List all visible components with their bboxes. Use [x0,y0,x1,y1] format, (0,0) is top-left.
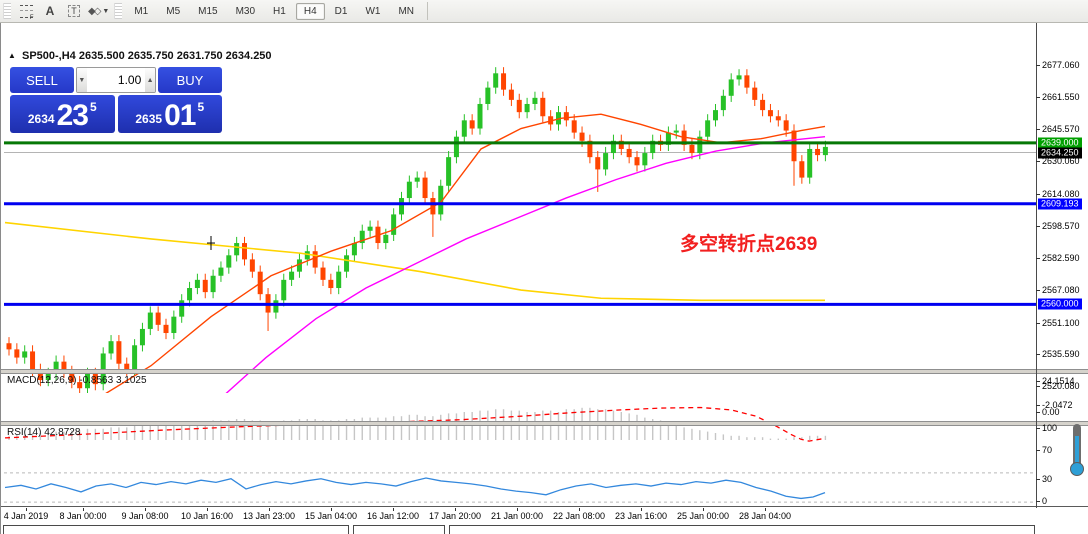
pane-splitter[interactable] [1,421,1088,426]
timeframe-button-m30[interactable]: M30 [228,3,263,20]
sell-price-pipette: 5 [90,100,97,114]
bottom-panel-box [353,525,445,534]
time-axis: 4 Jan 2019 8 Jan 00:00 9 Jan 08:00 10 Jan 1… [1,508,1088,523]
price-axis-label: 2535.590 [1042,349,1080,359]
letter-t-icon: T [68,5,80,17]
timeframe-button-h1[interactable]: H1 [265,3,294,20]
sell-price-integer: 2634 [28,112,55,126]
symbol-period-label: SP500-,H4 [22,50,76,62]
chart-window: ▲ SP500-,H4 2635.500 2635.750 2631.750 2… [0,23,1088,534]
time-axis-label: 4 Jan 2019 [4,511,49,521]
time-axis-label: 17 Jan 20:00 [429,511,481,521]
price-badge: 2639.000 [1038,137,1082,148]
time-axis-label: 28 Jan 04:00 [739,511,791,521]
price-axis-label: 2661.550 [1042,92,1080,102]
indicator-axis-label: -2.0472 [1042,400,1073,410]
buy-button[interactable]: BUY [158,67,222,93]
price-axis-label: 2567.080 [1042,285,1080,295]
time-axis-label: 9 Jan 08:00 [121,511,168,521]
macd-label: MACD(12,26,9) -0.8563 3.1025 [7,375,147,386]
text-annotation-button[interactable]: A [39,1,61,21]
time-axis-label: 23 Jan 16:00 [615,511,667,521]
sell-button[interactable]: SELL [10,67,74,93]
shapes-icon: ◆◇ [88,6,99,17]
volume-increase-button[interactable]: ▲ [145,68,155,92]
chart-text-annotation: 多空转折点2639 [680,229,817,256]
timeframe-button-mn[interactable]: MN [390,3,422,20]
time-axis-label: 22 Jan 08:00 [553,511,605,521]
price-badge: 2634.250 [1038,147,1082,158]
time-axis-label: 16 Jan 12:00 [367,511,419,521]
time-axis-label: 13 Jan 23:00 [243,511,295,521]
price-axis-label: 2677.060 [1042,60,1080,70]
buy-price-display[interactable]: 2635 01 5 [118,95,223,133]
time-axis-label: 10 Jan 16:00 [181,511,233,521]
time-axis-label: 21 Jan 00:00 [491,511,543,521]
rsi-label: RSI(14) 42.8728 [7,427,80,438]
text-label-button[interactable]: T [63,1,85,21]
volume-input[interactable] [87,68,146,92]
price-axis-label: 2551.100 [1042,318,1080,328]
chart-title: ▲ SP500-,H4 2635.500 2635.750 2631.750 2… [8,50,272,62]
price-badge: 2609.193 [1038,198,1082,209]
symbol-arrow-icon: ▲ [8,51,16,60]
price-axis-label: 2598.570 [1042,221,1080,231]
volume-decrease-button[interactable]: ▼ [77,68,87,92]
sell-price-display[interactable]: 2634 23 5 [10,95,115,133]
price-axis-separator [1036,23,1037,523]
price-axis-label: 2645.570 [1042,124,1080,134]
time-axis-label: 15 Jan 04:00 [305,511,357,521]
timeframe-button-w1[interactable]: W1 [357,3,388,20]
shapes-tool-button[interactable]: ◆◇ ▼ [87,1,110,21]
timeframe-button-m15[interactable]: M15 [190,3,225,20]
timeframe-button-group: M1M5M15M30H1H4D1W1MN [125,3,423,20]
sell-price-pips: 23 [57,102,88,130]
letter-a-icon: A [46,4,55,18]
price-axis-label: 2582.590 [1042,253,1080,263]
one-click-trade-panel: SELL ▼ ▲ BUY 2634 23 5 2635 01 5 [10,67,222,133]
price-axis-label: 2630.060 [1042,156,1080,166]
chevron-down-icon: ▼ [102,8,109,15]
price-axis-label: 2614.080 [1042,189,1080,199]
pane-splitter[interactable] [1,369,1088,374]
bottom-panel-box [449,525,1035,534]
buy-price-integer: 2635 [135,112,162,126]
buy-price-pipette: 5 [197,100,204,114]
indicator-axis-label: 30 [1042,474,1052,484]
price-badge: 2560.000 [1038,299,1082,310]
buy-price-pips: 01 [164,102,195,130]
time-axis-label: 25 Jan 00:00 [677,511,729,521]
volume-stepper: ▼ ▲ [76,67,156,93]
top-toolbar: A T ◆◇ ▼ M1M5M15M30H1H4D1W1MN [0,0,1088,23]
bottom-panel-edge [1,523,1088,534]
indicator-axis-label: 0 [1042,496,1047,506]
pane-border [1,506,1088,507]
indicator-axis-label: 70 [1042,445,1052,455]
time-axis-label: 8 Jan 00:00 [59,511,106,521]
fibonacci-tool-button[interactable] [15,1,37,21]
thermometer-icon [1069,424,1085,478]
price-axis-label: 2520.080 [1042,381,1080,391]
bottom-panel-box [3,525,349,534]
toolbar-grip[interactable] [3,3,11,19]
ohlc-values: 2635.500 2635.750 2631.750 2634.250 [79,50,272,62]
timeframe-button-m1[interactable]: M1 [126,3,156,20]
trading-app-window: A T ◆◇ ▼ M1M5M15M30H1H4D1W1MN ▲ SP500-,H… [0,0,1088,534]
toolbar-grip[interactable] [114,3,122,19]
indicator-axis-label: 0.00 [1042,407,1060,417]
fibonacci-icon [20,5,33,18]
timeframe-button-m5[interactable]: M5 [158,3,188,20]
timeframe-button-h4[interactable]: H4 [296,3,325,20]
toolbar-separator [427,2,428,20]
indicator-axis-label: 24.1514 [1042,376,1075,386]
timeframe-button-d1[interactable]: D1 [327,3,356,20]
